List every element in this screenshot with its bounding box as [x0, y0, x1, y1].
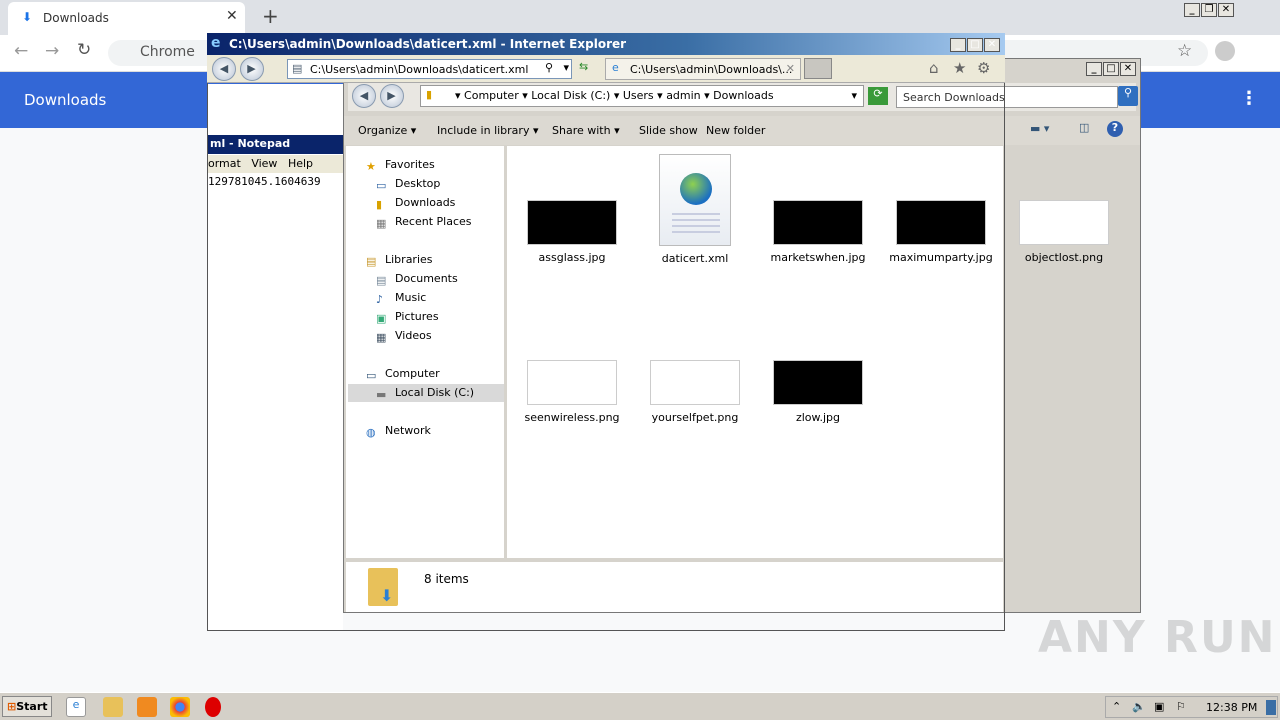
- dropdown-icon[interactable]: ▾: [563, 61, 569, 74]
- ie-window-controls: _ □ ✕: [949, 36, 1000, 52]
- taskbar-media-player-icon[interactable]: [137, 697, 157, 717]
- favorites-star-icon[interactable]: ★: [953, 59, 966, 77]
- show-desktop-button[interactable]: [1266, 700, 1276, 715]
- forward-icon[interactable]: →: [45, 41, 59, 61]
- maximize-button[interactable]: □: [967, 38, 983, 52]
- window-title: C:\Users\admin\Downloads\daticert.xml - …: [229, 37, 627, 51]
- bookmark-star-icon[interactable]: ☆: [1177, 41, 1192, 61]
- page-title: Downloads: [24, 91, 107, 109]
- chrome-tab-bar: ⬇ Downloads ✕ + _ ❐ ✕: [0, 0, 1280, 35]
- windows-logo-icon: ⊞: [7, 700, 17, 713]
- profile-avatar[interactable]: [1215, 41, 1235, 61]
- taskbar: ⊞Start e ⌃ 🔈 ▣ ⚐ 12:38 PM: [0, 692, 1280, 720]
- restore-button[interactable]: ❐: [1201, 3, 1217, 17]
- taskbar-ie-icon[interactable]: e: [66, 697, 86, 717]
- menu-help[interactable]: Help: [288, 157, 313, 170]
- action-center-flag-icon[interactable]: ⚐: [1176, 700, 1186, 713]
- home-icon[interactable]: ⌂: [929, 59, 939, 77]
- close-button[interactable]: ✕: [984, 38, 1000, 52]
- minimize-button[interactable]: _: [1086, 62, 1102, 76]
- maximize-button[interactable]: □: [1103, 62, 1119, 76]
- network-icon[interactable]: ▣: [1154, 700, 1164, 713]
- page-icon: ▤: [292, 62, 303, 75]
- chrome-window-controls: _ ❐ ✕: [1183, 2, 1234, 17]
- minimize-button[interactable]: _: [1184, 3, 1200, 17]
- forward-button[interactable]: ▶: [239, 57, 264, 81]
- omnibox-text: Chrome: [140, 44, 195, 60]
- watermark-logo: ANY RUN: [1038, 612, 1277, 663]
- search-icon[interactable]: ⚲: [545, 61, 553, 74]
- tab-title: Downloads: [43, 11, 109, 25]
- view-options-icon[interactable]: ▬ ▾: [1030, 122, 1049, 135]
- system-tray: ⌃ 🔈 ▣ ⚐ 12:38 PM: [1105, 696, 1278, 718]
- image-thumbnail: [1019, 200, 1109, 245]
- ie-tab[interactable]: e C:\Users\admin\Downloads\... ✕: [605, 58, 801, 80]
- show-hidden-icons[interactable]: ⌃: [1112, 700, 1121, 713]
- notepad-menu: ormat View Help: [208, 155, 343, 173]
- taskbar-chrome-icon[interactable]: [170, 697, 190, 717]
- menu-format[interactable]: ormat: [208, 157, 241, 170]
- taskbar-explorer-icon[interactable]: [103, 697, 123, 717]
- ie-logo-icon: e: [211, 35, 221, 51]
- minimize-button[interactable]: _: [950, 38, 966, 52]
- clock[interactable]: 12:38 PM: [1206, 701, 1257, 714]
- close-button[interactable]: ✕: [1218, 3, 1234, 17]
- close-tab-icon[interactable]: ✕: [226, 8, 238, 24]
- taskbar-opera-icon[interactable]: [205, 697, 221, 717]
- chrome-tab-downloads[interactable]: ⬇ Downloads ✕: [8, 2, 245, 35]
- preview-pane-icon[interactable]: ◫: [1079, 121, 1089, 134]
- start-button[interactable]: ⊞Start: [2, 696, 52, 717]
- tools-gear-icon[interactable]: ⚙: [977, 59, 990, 77]
- download-icon: ⬇: [22, 10, 33, 24]
- back-button[interactable]: ◀: [212, 57, 236, 81]
- back-icon[interactable]: ←: [14, 41, 28, 61]
- close-button[interactable]: ✕: [1120, 62, 1136, 76]
- refresh-icon[interactable]: ⇆: [579, 60, 588, 73]
- more-menu-icon[interactable]: ⋮: [1240, 88, 1258, 109]
- ie-page-icon: e: [612, 61, 619, 74]
- help-icon[interactable]: ?: [1107, 121, 1123, 137]
- new-tab-button[interactable]: +: [262, 4, 279, 28]
- notepad-title: ml - Notepad: [208, 135, 343, 154]
- ie-nav-bar: ◀ ▶ ▤ C:\Users\admin\Downloads\daticert.…: [207, 55, 1005, 83]
- menu-view[interactable]: View: [251, 157, 277, 170]
- reload-icon[interactable]: ↻: [77, 40, 91, 60]
- explorer-window-controls: _ □ ✕: [1085, 61, 1136, 76]
- new-tab-button[interactable]: [804, 58, 832, 79]
- notepad-window: ml - Notepad ormat View Help 129781045.1…: [208, 84, 343, 630]
- notepad-text[interactable]: 129781045.1604639: [208, 175, 343, 188]
- volume-icon[interactable]: 🔈: [1132, 700, 1146, 713]
- search-icon[interactable]: ⚲: [1118, 86, 1138, 106]
- close-tab-icon[interactable]: ✕: [786, 62, 795, 75]
- ie-title-bar: e C:\Users\admin\Downloads\daticert.xml …: [207, 33, 1005, 55]
- file-item[interactable]: objectlost.png: [1009, 154, 1119, 264]
- file-name: objectlost.png: [1024, 251, 1104, 264]
- ie-address-bar[interactable]: ▤ C:\Users\admin\Downloads\daticert.xml …: [287, 59, 572, 79]
